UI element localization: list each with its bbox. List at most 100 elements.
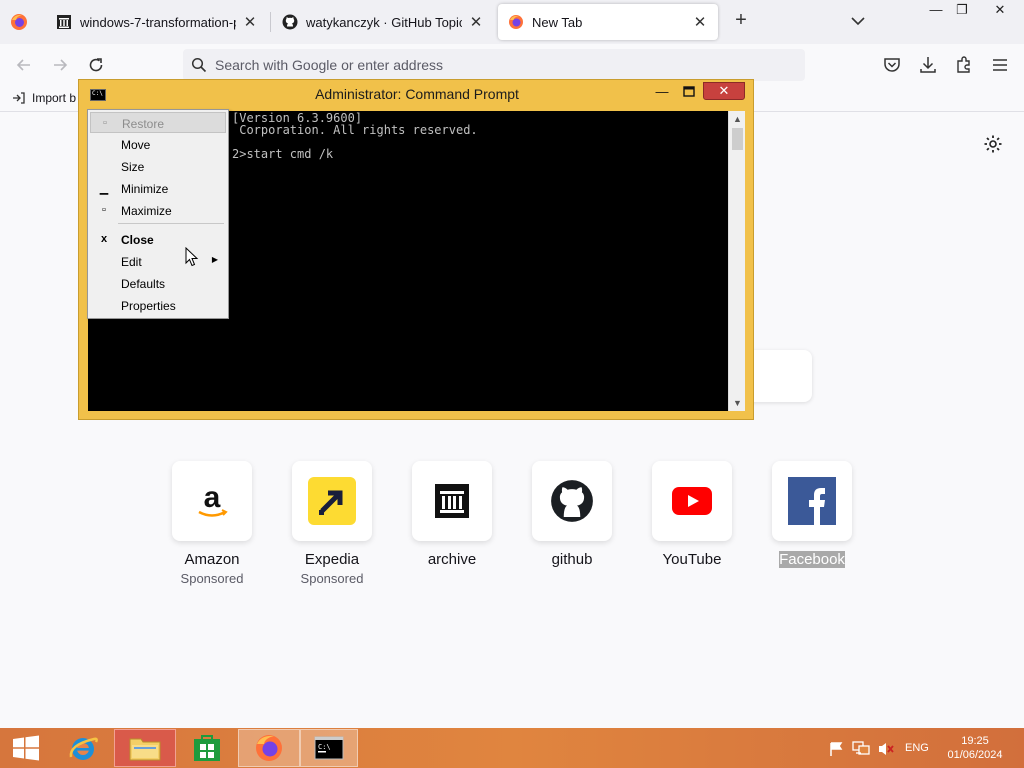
gear-icon[interactable] [983, 134, 1003, 154]
address-bar[interactable] [183, 49, 805, 81]
svg-text:C:\: C:\ [318, 743, 331, 751]
expedia-icon [308, 477, 356, 525]
sponsored-label: Sponsored [180, 571, 244, 586]
tab-separator [270, 12, 271, 32]
menu-item-label: Move [121, 138, 151, 152]
cmd-minimize-button[interactable]: — [653, 84, 671, 100]
scroll-down-arrow-icon[interactable]: ▼ [729, 395, 746, 411]
firefox-menu-icon[interactable] [10, 13, 28, 31]
top-site-tile[interactable] [772, 461, 852, 541]
top-site-tile[interactable] [652, 461, 732, 541]
tab-bar: windows-7-transformation-pac ✕ watykancz… [0, 0, 1024, 44]
taskbar-file-explorer[interactable] [114, 729, 176, 767]
menu-item-label: Maximize [121, 204, 172, 218]
back-arrow-icon[interactable] [14, 55, 34, 75]
top-site-amazon[interactable]: a Amazon Sponsored [162, 461, 262, 586]
start-button[interactable] [0, 729, 52, 767]
pocket-icon[interactable] [882, 55, 902, 75]
menu-item-move[interactable]: Move [90, 134, 226, 155]
top-site-facebook[interactable]: Facebook [762, 461, 862, 571]
top-site-github[interactable]: github [522, 461, 622, 571]
import-bookmarks-label: Import b [32, 91, 77, 105]
youtube-icon [672, 487, 712, 515]
menu-separator [118, 223, 224, 224]
menu-item-close[interactable]: x Close [90, 229, 226, 250]
hamburger-menu-icon[interactable] [990, 55, 1010, 75]
tab-github-topics[interactable]: watykanczyk · GitHub Topics · G ✕ [272, 4, 494, 40]
taskbar-internet-explorer[interactable] [52, 729, 114, 767]
taskbar-command-prompt[interactable]: C:\ [300, 729, 358, 767]
clock[interactable]: 19:25 01/06/2024 [940, 734, 1010, 762]
maximize-icon: ▫ [102, 204, 106, 216]
menu-item-label: Restore [122, 117, 165, 131]
top-site-archive[interactable]: archive [402, 461, 502, 571]
top-site-tile[interactable]: a [172, 461, 252, 541]
firefox-icon [256, 735, 282, 761]
network-icon[interactable] [852, 741, 870, 757]
top-site-tile[interactable] [532, 461, 612, 541]
menu-item-minimize[interactable]: ▁ Minimize [90, 178, 226, 199]
taskbar-firefox[interactable] [238, 729, 300, 767]
forward-arrow-icon[interactable] [50, 55, 70, 75]
mouse-cursor-icon [185, 247, 199, 267]
firefox-icon [509, 15, 523, 29]
top-site-youtube[interactable]: YouTube [642, 461, 742, 571]
close-icon: x [100, 233, 108, 245]
menu-item-label: Size [121, 160, 145, 174]
cmd-system-menu-icon[interactable]: C:\ [90, 89, 106, 101]
new-tab-button[interactable]: + [730, 10, 752, 32]
folder-icon [129, 738, 161, 761]
chevron-down-icon[interactable] [849, 12, 867, 30]
cmd-maximize-button[interactable] [680, 84, 698, 100]
language-indicator[interactable]: ENG [905, 728, 929, 768]
close-tab-icon[interactable]: ✕ [468, 13, 484, 31]
menu-item-restore[interactable]: ▫ Restore [90, 112, 226, 133]
menu-item-defaults[interactable]: Defaults [90, 273, 226, 294]
menu-item-label: Close [121, 233, 154, 247]
window-minimize-button[interactable]: — [926, 2, 946, 20]
menu-item-properties[interactable]: Properties [90, 295, 226, 316]
action-center-flag-icon[interactable] [828, 741, 844, 757]
menu-item-edit[interactable]: Edit ▶ [90, 251, 226, 272]
amazon-icon: a [198, 481, 228, 517]
top-site-tile[interactable] [412, 461, 492, 541]
menu-item-maximize[interactable]: ▫ Maximize [90, 200, 226, 221]
taskbar-windows-store[interactable] [176, 729, 238, 767]
window-restore-button[interactable]: ❐ [952, 2, 972, 20]
top-site-expedia[interactable]: Expedia Sponsored [282, 461, 382, 586]
menu-item-label: Defaults [121, 277, 166, 291]
menu-item-size[interactable]: Size [90, 156, 226, 177]
reload-icon[interactable] [86, 55, 106, 75]
top-site-tile[interactable] [292, 461, 372, 541]
window-close-button[interactable]: ✕ [990, 2, 1010, 20]
volume-muted-icon[interactable] [877, 741, 895, 757]
archive-icon [435, 484, 469, 518]
cmd-icon-text: C:\ [92, 90, 103, 97]
github-icon [551, 480, 593, 522]
top-site-name: archive [427, 551, 477, 568]
console-line: 2>start cmd /k [232, 147, 334, 161]
top-site-name: github [551, 551, 593, 568]
download-icon[interactable] [918, 55, 938, 75]
tab-title: New Tab [532, 14, 583, 30]
vertical-scrollbar[interactable]: ▲ ▼ [728, 111, 745, 411]
extensions-icon[interactable] [954, 55, 974, 75]
sponsored-label: Sponsored [300, 571, 364, 586]
archive-icon [57, 15, 71, 29]
scroll-up-arrow-icon[interactable]: ▲ [729, 111, 746, 127]
tab-new-tab[interactable]: New Tab ✕ [498, 4, 718, 40]
menu-item-label: Edit [121, 255, 142, 269]
menu-item-label: Properties [121, 299, 176, 313]
cmd-close-button[interactable]: ✕ [703, 82, 745, 100]
command-prompt-icon: C:\ [314, 736, 344, 760]
close-tab-icon[interactable]: ✕ [692, 13, 708, 31]
scrollbar-thumb[interactable] [732, 128, 743, 150]
tab-windows-7-transformation[interactable]: windows-7-transformation-pac ✕ [46, 4, 268, 40]
import-bookmarks-button[interactable]: Import b [12, 91, 76, 105]
restore-icon: ▫ [103, 117, 107, 129]
tab-title: watykanczyk · GitHub Topics · G [306, 14, 462, 30]
search-icon [191, 57, 207, 73]
internet-explorer-icon [69, 737, 98, 760]
close-tab-icon[interactable]: ✕ [242, 13, 258, 31]
address-input[interactable] [215, 55, 775, 75]
